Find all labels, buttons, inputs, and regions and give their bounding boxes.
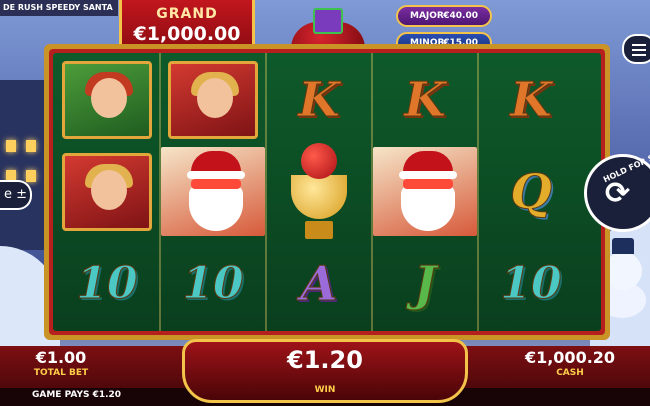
symbol-king: K bbox=[298, 71, 341, 128]
major-jackpot-label: MAJOR bbox=[410, 11, 444, 21]
symbol-santa bbox=[161, 147, 265, 236]
win-label: WIN bbox=[314, 385, 336, 395]
symbol-trophy bbox=[267, 135, 371, 245]
grand-jackpot-value: €1,000.00 bbox=[133, 23, 241, 45]
menu-button[interactable] bbox=[622, 34, 650, 64]
win-value: €1.20 bbox=[287, 346, 363, 374]
spin-icon: ⟳ bbox=[605, 176, 631, 211]
cash-label: CASH bbox=[556, 368, 584, 378]
house-decoration bbox=[0, 80, 48, 250]
major-jackpot: MAJOR €40.00 bbox=[396, 5, 492, 27]
reel-grid: 10 10 K A K J K Q 10 bbox=[53, 53, 601, 331]
bet-adjust-button[interactable]: e ± bbox=[0, 180, 32, 210]
reel-frame: 10 10 K A K J K Q 10 bbox=[44, 44, 610, 340]
symbol-elf-male bbox=[55, 55, 159, 144]
symbol-ten: 10 bbox=[500, 258, 562, 310]
cash-value: €1,000.20 bbox=[524, 348, 616, 367]
symbol-ace: A bbox=[300, 255, 338, 312]
symbol-ten: 10 bbox=[76, 258, 138, 310]
symbol-king: K bbox=[404, 71, 447, 128]
symbol-king: K bbox=[510, 71, 553, 128]
game-pays-text: GAME PAYS €1.20 bbox=[32, 390, 122, 400]
symbol-jack: J bbox=[413, 255, 437, 312]
major-jackpot-value: €40.00 bbox=[443, 11, 478, 21]
game-title: DE RUSH SPEEDY SANTA bbox=[0, 0, 118, 16]
symbol-santa bbox=[373, 147, 477, 236]
total-bet-value[interactable]: €1.00 bbox=[16, 348, 106, 367]
symbol-queen: Q bbox=[510, 163, 553, 220]
symbol-elf-female bbox=[161, 55, 265, 144]
menu-icon bbox=[632, 44, 646, 46]
grand-jackpot-label: GRAND bbox=[156, 6, 218, 22]
symbol-ten: 10 bbox=[182, 258, 244, 310]
symbol-elf-female bbox=[55, 147, 159, 236]
total-bet-label: TOTAL BET bbox=[33, 368, 89, 378]
